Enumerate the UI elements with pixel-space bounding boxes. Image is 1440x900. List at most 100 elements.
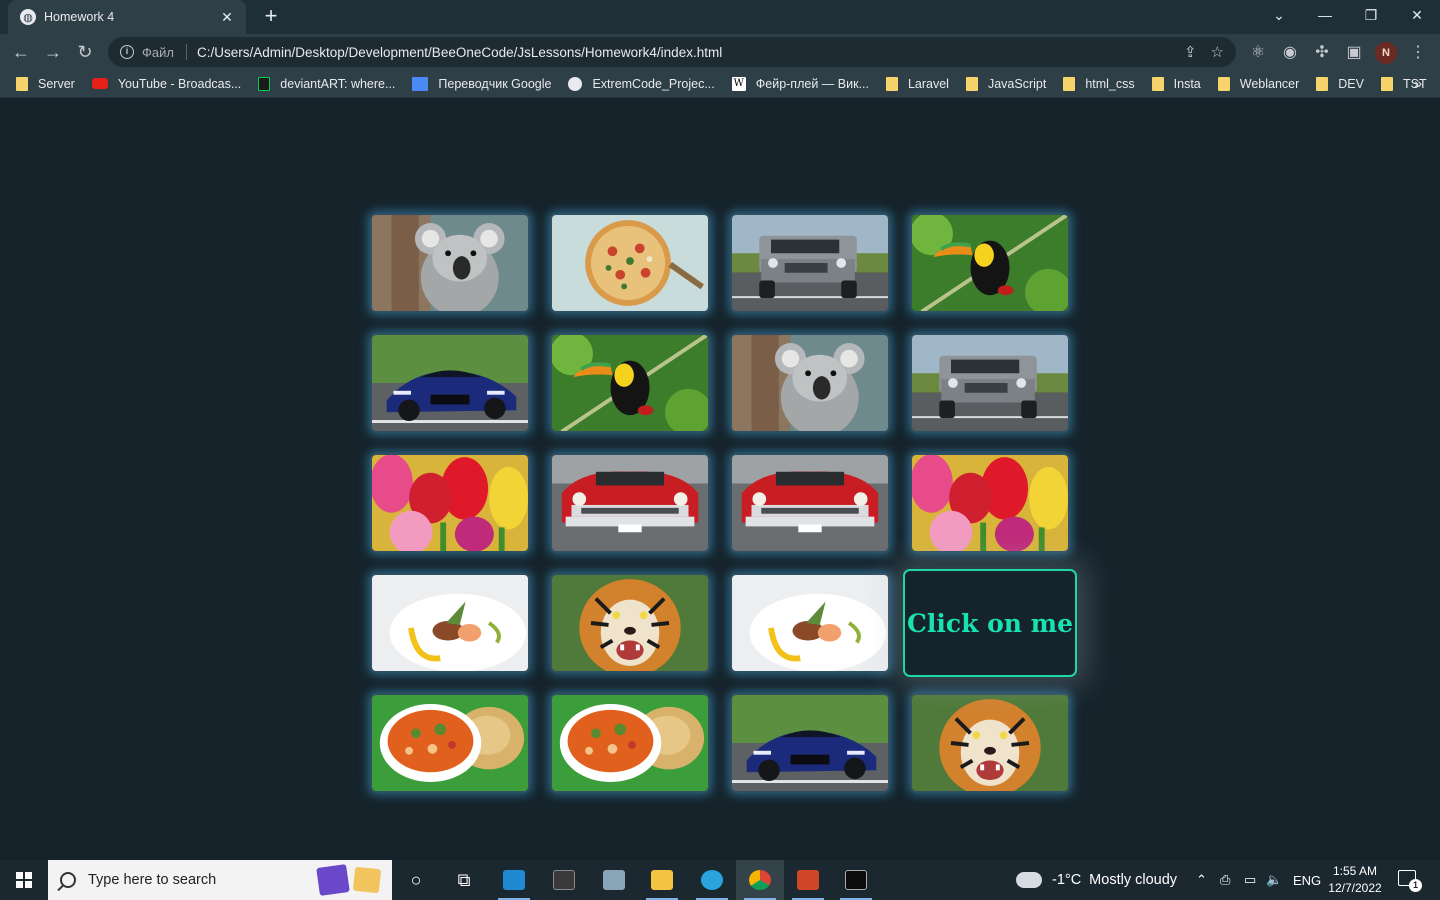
bookmark-label: Weblancer — [1239, 76, 1300, 91]
browser-tab[interactable]: ◍ Homework 4 ✕ — [8, 0, 246, 34]
image-viewer-icon[interactable] — [590, 860, 638, 900]
new-tab-button[interactable]: + — [258, 4, 284, 30]
memory-card-g-wagon[interactable] — [910, 333, 1070, 433]
memory-card-pizza[interactable] — [550, 213, 710, 313]
folder-icon — [1151, 76, 1164, 91]
memory-card-plated-dish[interactable] — [730, 573, 890, 673]
tulips-image — [912, 455, 1068, 551]
restore-button[interactable]: ❐ — [1348, 0, 1394, 30]
menu-kebab-icon[interactable]: ⋮ — [1407, 42, 1429, 64]
tiger-image — [912, 695, 1068, 791]
memory-card-mercedes-amg[interactable] — [730, 693, 890, 793]
memory-card-toucan[interactable] — [550, 333, 710, 433]
memory-card-g-wagon[interactable] — [730, 213, 890, 313]
memory-card-koala[interactable] — [370, 213, 530, 313]
show-hidden-icons[interactable]: ⌃ — [1196, 860, 1207, 900]
memory-card-red-classic-car[interactable] — [550, 453, 710, 553]
notification-count: 1 — [1409, 879, 1422, 892]
chrome-icon[interactable] — [736, 860, 784, 900]
memory-card-curry-soup[interactable] — [550, 693, 710, 793]
bookmark-item[interactable]: DEV — [1316, 76, 1364, 91]
bookmark-item[interactable]: Insta — [1151, 76, 1201, 91]
side-panel-icon[interactable]: ▣ — [1343, 42, 1365, 64]
back-icon[interactable]: ← — [8, 40, 34, 64]
notification-center-icon[interactable]: 1 — [1398, 870, 1422, 892]
weather-widget[interactable]: -1°C Mostly cloudy — [1016, 860, 1177, 900]
memory-card-tiger[interactable] — [550, 573, 710, 673]
extensions-puzzle-icon[interactable]: ✣ — [1311, 42, 1333, 64]
bookmark-item[interactable]: JavaScript — [965, 76, 1047, 91]
language-indicator[interactable]: ENG — [1293, 860, 1321, 900]
bookmark-item[interactable]: YouTube - Broadcas... — [91, 77, 241, 91]
minimize-button[interactable]: — — [1302, 0, 1348, 30]
github-icon — [568, 76, 583, 91]
powerpoint-icon[interactable] — [784, 860, 832, 900]
folder-icon — [1063, 76, 1076, 91]
forward-icon[interactable]: → — [40, 40, 66, 64]
address-bar[interactable]: i Файл C:/Users/Admin/Desktop/Developmen… — [108, 37, 1236, 67]
close-tab-icon[interactable]: ✕ — [218, 9, 236, 26]
reload-icon[interactable]: ↻ — [72, 40, 98, 64]
extension-circle-icon[interactable]: ◉ — [1279, 42, 1301, 64]
task-view-icon[interactable]: ⧉ — [440, 860, 488, 900]
memory-card-curry-soup[interactable] — [370, 693, 530, 793]
bookmark-item[interactable]: ExtremCode_Projec... — [568, 76, 715, 91]
clock-date: 12/7/2022 — [1328, 881, 1382, 895]
telegram-icon[interactable] — [688, 860, 736, 900]
command-prompt-icon[interactable] — [832, 860, 880, 900]
bookmark-star-icon[interactable]: ☆ — [1211, 43, 1224, 61]
mercedes-amg-image — [372, 335, 528, 431]
cortana-icon[interactable]: ○ — [392, 860, 440, 900]
vscode-icon[interactable] — [490, 860, 538, 900]
share-icon[interactable]: ⇪ — [1184, 43, 1197, 61]
click-on-me-button[interactable]: Click on me — [903, 569, 1077, 677]
start-button[interactable] — [0, 860, 48, 900]
taskbar-search-box[interactable]: Type here to search — [48, 860, 392, 900]
plated-dish-image — [372, 575, 528, 671]
bookmark-label: Фейр-плей — Вик... — [755, 76, 869, 91]
bookmark-item[interactable]: Laravel — [885, 76, 949, 91]
system-clock[interactable]: 1:55 AM 12/7/2022 — [1322, 863, 1388, 897]
youtube-icon — [91, 78, 108, 89]
bookmark-label: JavaScript — [987, 76, 1047, 91]
memory-card-toucan[interactable] — [910, 213, 1070, 313]
bookmark-item[interactable]: Server — [16, 76, 75, 91]
memory-card-tulips[interactable] — [910, 453, 1070, 553]
toucan-image — [552, 335, 708, 431]
bookmark-item[interactable]: Переводчик Google — [412, 76, 551, 91]
site-info-icon[interactable]: i — [120, 45, 134, 59]
terminal-icon[interactable] — [540, 860, 588, 900]
bookmark-label: DEV — [1338, 76, 1364, 91]
memory-card-tulips[interactable] — [370, 453, 530, 553]
network-icon[interactable]: ▭ — [1244, 860, 1256, 900]
bookmark-item[interactable]: html_css — [1063, 76, 1135, 91]
memory-card-plated-dish[interactable] — [370, 573, 530, 673]
meet-now-icon[interactable]: ⎙ — [1220, 860, 1230, 900]
bookmark-item[interactable]: deviantART: where... — [258, 76, 396, 91]
more-bookmarks-icon[interactable]: » — [1414, 75, 1422, 91]
wikipedia-icon: W — [731, 76, 746, 91]
g-wagon-image — [912, 335, 1068, 431]
memory-card-koala[interactable] — [730, 333, 890, 433]
memory-card-mercedes-amg[interactable] — [370, 333, 530, 433]
curry-soup-image — [552, 695, 708, 791]
close-window-button[interactable]: ✕ — [1394, 0, 1440, 30]
tab-search-icon[interactable]: ⌄ — [1256, 0, 1302, 30]
volume-icon[interactable]: 🔈 — [1266, 860, 1282, 900]
bookmark-item[interactable]: W Фейр-плей — Вик... — [731, 76, 869, 91]
url-text[interactable]: C:/Users/Admin/Desktop/Development/BeeOn… — [197, 45, 1170, 60]
bookmark-label: Laravel — [907, 76, 949, 91]
bookmark-item[interactable]: Weblancer — [1217, 76, 1300, 91]
folder-icon — [965, 76, 978, 91]
memory-game-page: Click on me — [0, 99, 1440, 860]
tab-title: Homework 4 — [44, 10, 115, 24]
file-explorer-icon[interactable] — [638, 860, 686, 900]
globe-icon: ◍ — [20, 9, 36, 25]
react-devtools-icon[interactable]: ⚛ — [1247, 42, 1269, 64]
memory-card-red-classic-car[interactable] — [730, 453, 890, 553]
profile-avatar[interactable]: N — [1375, 42, 1397, 64]
click-on-me-label: Click on me — [906, 608, 1074, 638]
memory-card-tiger[interactable] — [910, 693, 1070, 793]
bookmark-label: deviantART: where... — [280, 76, 396, 91]
clock-time: 1:55 AM — [1332, 864, 1378, 878]
